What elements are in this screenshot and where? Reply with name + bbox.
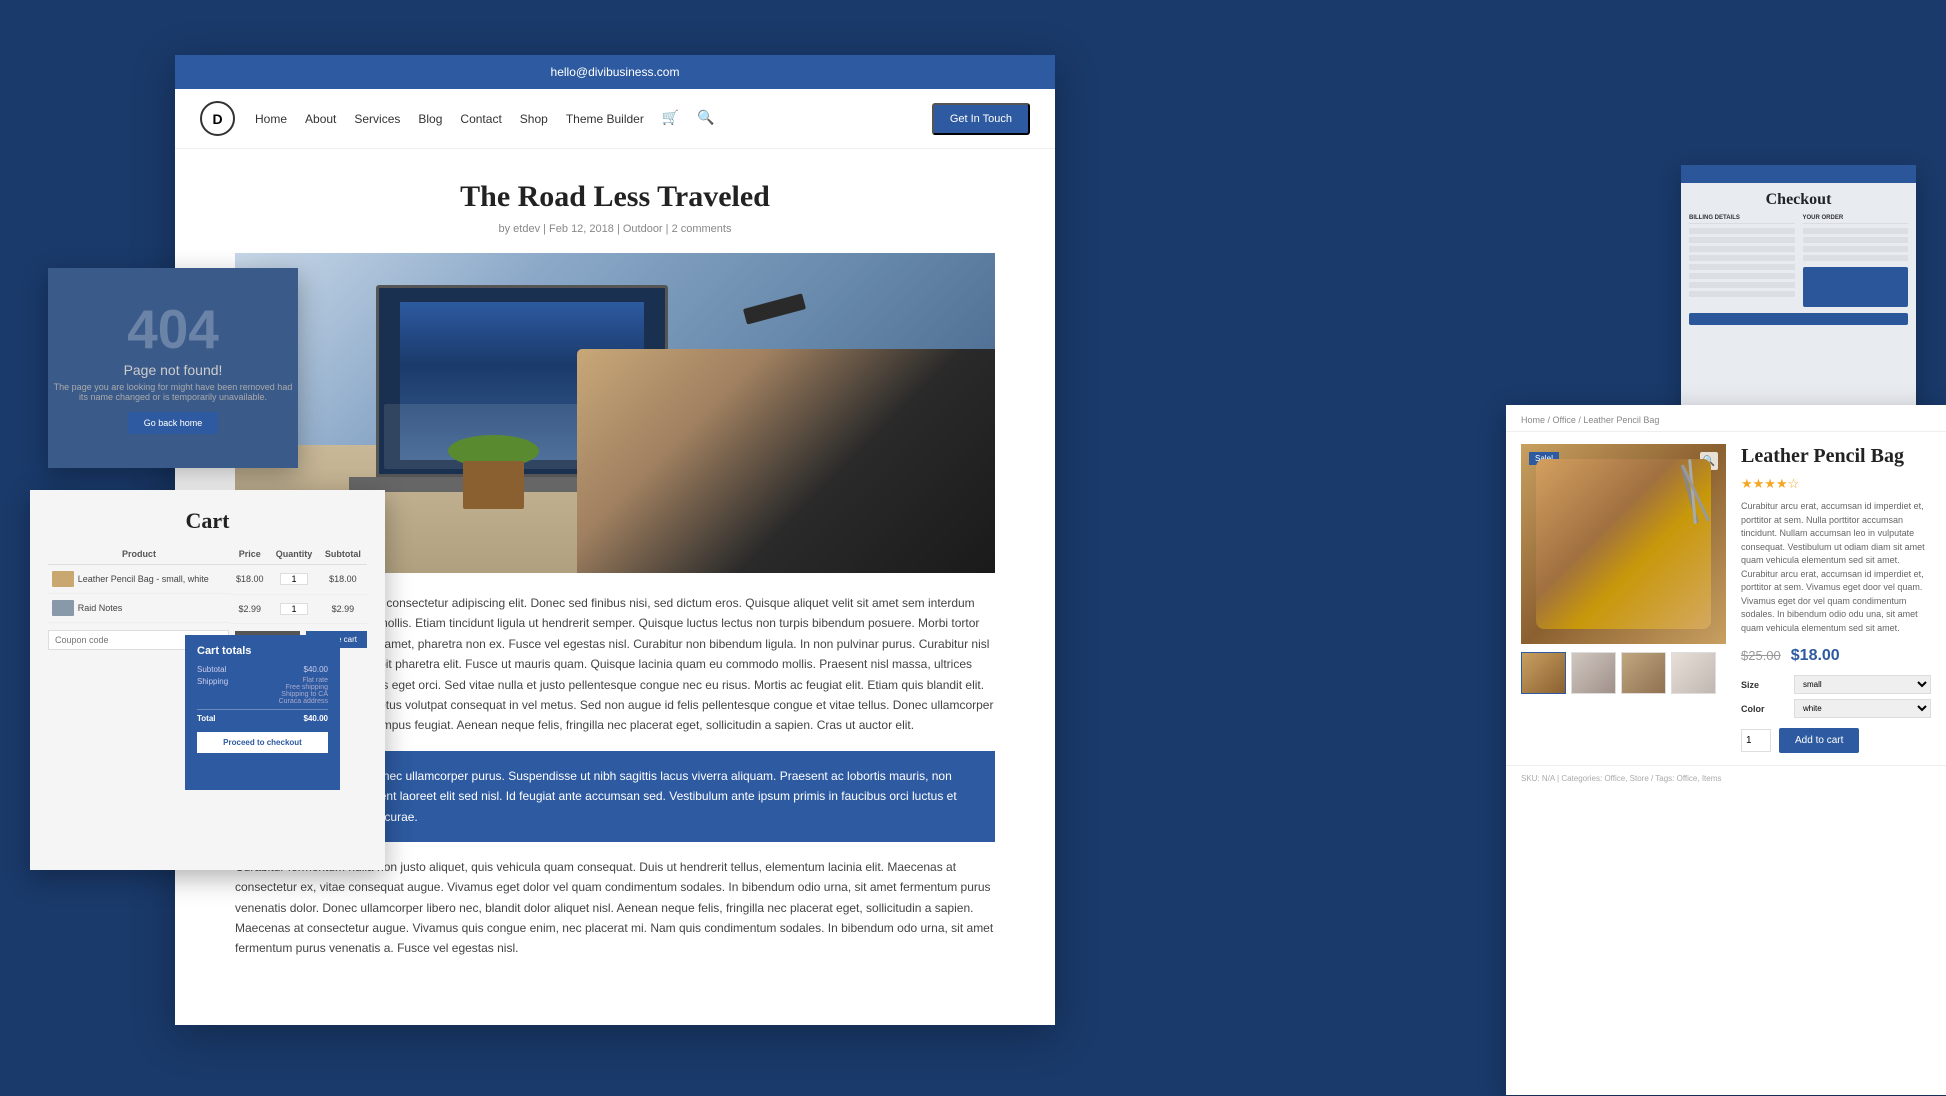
shipping-row: Shipping Flat rate Free shipping Shippin…: [197, 677, 328, 705]
product-breadcrumb: Home / Office / Leather Pencil Bag: [1506, 405, 1946, 432]
order-field-1: [1803, 228, 1909, 234]
checkout-columns: BILLING DETAILS YOUR ORDER: [1681, 215, 1916, 307]
nav-bar: D Home About Services Blog Contact Shop …: [175, 89, 1055, 149]
order-field-4: [1803, 255, 1909, 261]
nav-search-icon[interactable]: 🔍: [697, 110, 714, 127]
billing-title: BILLING DETAILS: [1689, 215, 1795, 224]
product-stars: ★★★★☆: [1741, 476, 1931, 492]
product-meta: SKU: N/A | Categories: Office, Store / T…: [1506, 765, 1946, 791]
nav-home[interactable]: Home: [255, 112, 287, 126]
order-title: YOUR ORDER: [1803, 215, 1909, 224]
billing-field-1: [1689, 228, 1795, 234]
order-summary-box: [1803, 267, 1909, 307]
order-field-3: [1803, 246, 1909, 252]
blog-body-paragraph-2: Curabitur fermentum nulla non justo aliq…: [235, 857, 995, 959]
top-bar: hello@divibusiness.com: [175, 55, 1055, 89]
col-product: Product: [48, 544, 230, 565]
size-label: Size: [1741, 680, 1786, 690]
total-row: Total $40.00: [197, 709, 328, 723]
billing-field-2: [1689, 237, 1795, 243]
thumb-2[interactable]: [1571, 652, 1616, 694]
table-row: Raid Notes $2.99 $2.99: [48, 594, 368, 623]
checkout-page: Checkout BILLING DETAILS YOUR ORDER: [1681, 165, 1916, 425]
col-qty: Quantity: [269, 544, 318, 565]
order-col: YOUR ORDER: [1803, 215, 1909, 307]
cart-totals-title: Cart totals: [197, 645, 328, 657]
proceed-to-checkout-button[interactable]: Proceed to checkout: [197, 732, 328, 753]
nav-theme-builder[interactable]: Theme Builder: [566, 112, 644, 126]
top-bar-email: hello@divibusiness.com: [551, 65, 680, 79]
nav-logo[interactable]: D: [200, 101, 235, 136]
thumb-4[interactable]: [1671, 652, 1716, 694]
billing-field-6: [1689, 273, 1795, 279]
product-price-1: $18.00: [230, 565, 269, 595]
order-field-2: [1803, 237, 1909, 243]
error-subtext: The page you are looking for might have …: [48, 382, 298, 402]
thumb-1[interactable]: [1521, 652, 1566, 694]
subtotal-row: Subtotal $40.00: [197, 665, 328, 674]
cart-totals-box: Cart totals Subtotal $40.00 Shipping Fla…: [185, 635, 340, 790]
product-description: Curabitur arcu erat, accumsan id imperdi…: [1741, 500, 1931, 635]
add-to-cart-row: Add to cart: [1741, 728, 1931, 753]
billing-field-8: [1689, 291, 1795, 297]
billing-col: BILLING DETAILS: [1689, 215, 1795, 307]
product-subtotal-2: $2.99: [319, 594, 368, 623]
product-name-2: Raid Notes: [78, 603, 123, 613]
nav-contact[interactable]: Contact: [460, 112, 501, 126]
color-option-row: Color white black brown: [1741, 699, 1931, 718]
product-thumbnail-2: [52, 600, 74, 616]
product-main-content: Sale! 🔍 Leather Pencil Bag ★★★★☆ Curabit…: [1506, 432, 1946, 765]
price-old: $25.00: [1741, 648, 1781, 663]
checkout-title: Checkout: [1681, 183, 1916, 215]
nav-cart-icon[interactable]: 🛒: [662, 110, 679, 127]
go-back-home-button[interactable]: Go back home: [128, 412, 219, 434]
product-qty-input[interactable]: [1741, 729, 1771, 752]
col-price: Price: [230, 544, 269, 565]
product-thumbnails: [1521, 652, 1726, 694]
size-option-row: Size small medium large: [1741, 675, 1931, 694]
error-code: 404: [127, 302, 219, 357]
billing-field-5: [1689, 264, 1795, 270]
product-page: Home / Office / Leather Pencil Bag Sale!…: [1506, 405, 1946, 1095]
product-subtotal-1: $18.00: [319, 565, 368, 595]
cart-table: Product Price Quantity Subtotal Leather …: [48, 544, 368, 624]
add-to-cart-button[interactable]: Add to cart: [1779, 728, 1859, 753]
product-image-wrap: Sale! 🔍: [1521, 444, 1726, 753]
nav-services[interactable]: Services: [354, 112, 400, 126]
billing-field-7: [1689, 282, 1795, 288]
product-name-1: Leather Pencil Bag - small, white: [78, 574, 209, 584]
error-message: Page not found!: [124, 362, 223, 378]
billing-field-3: [1689, 246, 1795, 252]
checkout-nav-bar: [1681, 165, 1916, 183]
get-in-touch-button[interactable]: Get In Touch: [932, 103, 1030, 135]
page-404: 404 Page not found! The page you are loo…: [48, 268, 298, 468]
table-row: Leather Pencil Bag - small, white $18.00…: [48, 565, 368, 595]
nav-blog[interactable]: Blog: [418, 112, 442, 126]
product-price: $25.00 $18.00: [1741, 647, 1931, 665]
nav-about[interactable]: About: [305, 112, 336, 126]
qty-input-2[interactable]: [280, 603, 308, 615]
color-select[interactable]: white black brown: [1794, 699, 1931, 718]
nav-shop[interactable]: Shop: [520, 112, 548, 126]
color-label: Color: [1741, 704, 1786, 714]
nav-links: Home About Services Blog Contact Shop Th…: [255, 110, 932, 127]
product-info: Leather Pencil Bag ★★★★☆ Curabitur arcu …: [1741, 444, 1931, 753]
blog-title: The Road Less Traveled: [235, 179, 995, 215]
price-new: $18.00: [1791, 647, 1840, 664]
qty-input-1[interactable]: [280, 573, 308, 585]
billing-field-4: [1689, 255, 1795, 261]
product-thumbnail-1: [52, 571, 74, 587]
product-price-2: $2.99: [230, 594, 269, 623]
product-main-image: Sale! 🔍: [1521, 444, 1726, 644]
blog-meta: by etdev | Feb 12, 2018 | Outdoor | 2 co…: [235, 223, 995, 235]
thumb-3[interactable]: [1621, 652, 1666, 694]
checkout-submit-bar: [1689, 313, 1908, 325]
product-name: Leather Pencil Bag: [1741, 444, 1931, 468]
cart-title: Cart: [30, 490, 385, 544]
col-subtotal: Subtotal: [319, 544, 368, 565]
size-select[interactable]: small medium large: [1794, 675, 1931, 694]
product-options: Size small medium large Color white blac…: [1741, 675, 1931, 718]
